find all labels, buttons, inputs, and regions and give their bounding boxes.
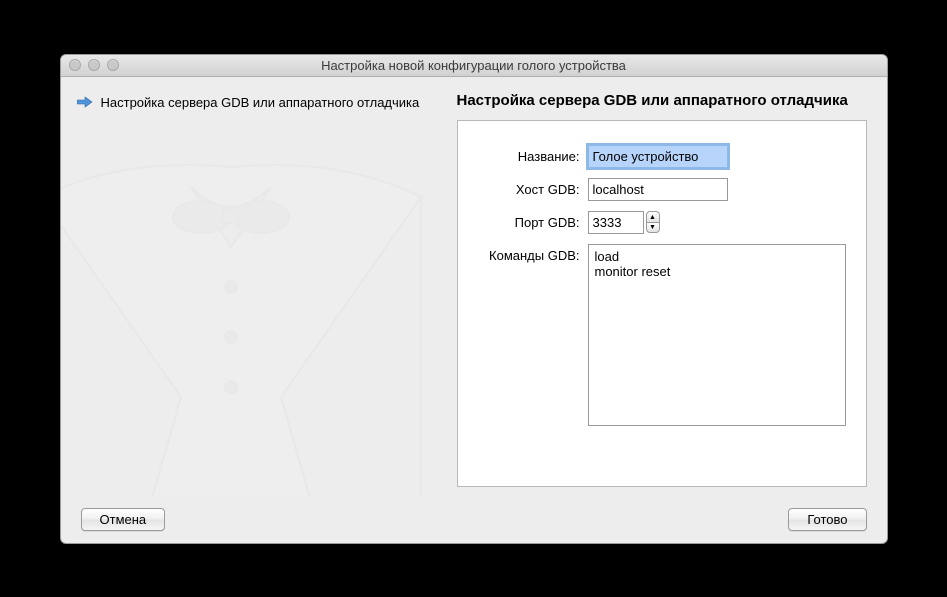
cancel-button[interactable]: Отмена <box>81 508 166 531</box>
port-step-down[interactable]: ▼ <box>646 222 660 233</box>
content-area: Настройка сервера GDB или аппаратного от… <box>61 77 887 497</box>
host-label: Хост GDB: <box>478 178 588 197</box>
wizard-step-current: Настройка сервера GDB или аппаратного от… <box>61 77 447 110</box>
row-commands: Команды GDB: <box>478 244 846 429</box>
window-title: Настройка новой конфигурации голого устр… <box>61 58 887 73</box>
port-input[interactable] <box>588 211 644 234</box>
row-port: Порт GDB: ▲ ▼ <box>478 211 846 234</box>
port-label: Порт GDB: <box>478 211 588 230</box>
host-input[interactable] <box>588 178 728 201</box>
tuxedo-illustration-icon <box>61 137 447 497</box>
titlebar: Настройка новой конфигурации голого устр… <box>61 55 887 77</box>
minimize-icon[interactable] <box>88 59 100 71</box>
port-stepper: ▲ ▼ <box>646 211 660 234</box>
row-name: Название: <box>478 145 846 168</box>
row-host: Хост GDB: <box>478 178 846 201</box>
zoom-icon[interactable] <box>107 59 119 71</box>
dialog-window: Настройка новой конфигурации голого устр… <box>60 54 888 544</box>
commands-label: Команды GDB: <box>478 244 588 263</box>
form-heading: Настройка сервера GDB или аппаратного от… <box>457 91 867 111</box>
form-box: Название: Хост GDB: Порт GDB: <box>457 120 867 487</box>
wizard-step-label: Настройка сервера GDB или аппаратного от… <box>101 95 420 110</box>
window-controls <box>61 59 119 71</box>
name-input[interactable] <box>588 145 728 168</box>
wizard-sidebar: Настройка сервера GDB или аппаратного от… <box>61 77 447 497</box>
form-pane: Настройка сервера GDB или аппаратного от… <box>447 77 887 497</box>
arrow-right-icon <box>77 96 93 108</box>
close-icon[interactable] <box>69 59 81 71</box>
commands-textarea[interactable] <box>588 244 846 426</box>
port-step-up[interactable]: ▲ <box>646 211 660 222</box>
dialog-footer: Отмена Готово <box>61 497 887 543</box>
name-label: Название: <box>478 145 588 164</box>
done-button[interactable]: Готово <box>788 508 866 531</box>
